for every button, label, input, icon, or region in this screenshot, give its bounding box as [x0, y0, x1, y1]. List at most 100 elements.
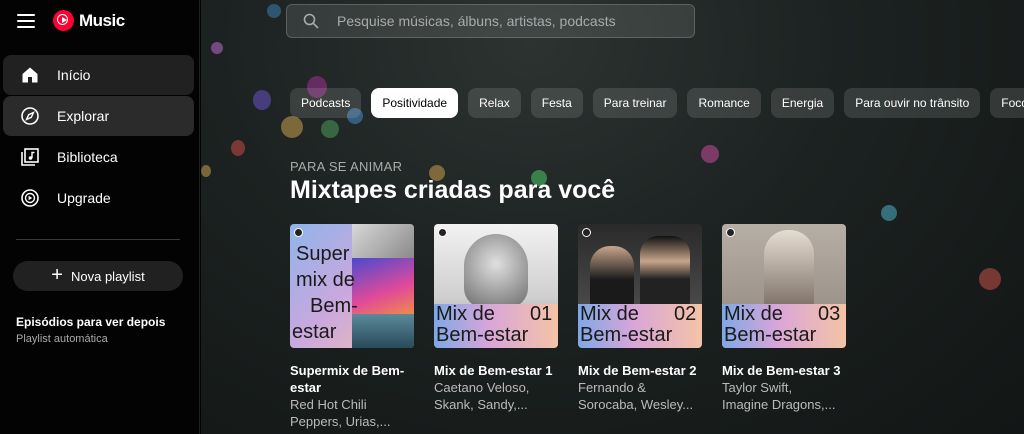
mixtape-title: Mix de Bem-estar 3 — [722, 362, 846, 379]
sidebar-item-label: Explorar — [57, 108, 110, 124]
compass-icon — [20, 106, 40, 126]
sidebar-item-label: Biblioteca — [57, 149, 118, 165]
thumb-text: Bem-estar — [724, 324, 817, 346]
chip-festa[interactable]: Festa — [530, 88, 583, 118]
background-balloon — [979, 268, 1001, 290]
mixtape-title: Supermix de Bem- estar — [290, 362, 414, 396]
title-line: estar — [290, 380, 322, 395]
title-line: Supermix de Bem- — [290, 363, 405, 378]
background-balloon — [881, 205, 897, 221]
mixtape-card[interactable]: Super mix de Bem- estar Supermix de Bem-… — [290, 224, 414, 430]
sidebar-item-home[interactable]: Início — [3, 55, 194, 95]
sidebar: Music Início Explorar Biblioteca Upgrade… — [0, 0, 200, 434]
background-balloon — [267, 4, 281, 18]
mix-badge-icon — [294, 228, 303, 237]
album-art — [352, 258, 414, 314]
background-balloon — [701, 145, 719, 163]
mix-badge-icon — [582, 228, 591, 237]
chip-foco[interactable]: Foco — [990, 88, 1024, 118]
sidebar-item-upgrade[interactable]: Upgrade — [3, 178, 194, 218]
search-icon — [303, 13, 319, 29]
mixtape-artists: Caetano Veloso, Skank, Sandy,... — [434, 379, 558, 413]
chip-para-treinar[interactable]: Para treinar — [592, 88, 678, 118]
chip-romance[interactable]: Romance — [687, 88, 761, 118]
app-logo[interactable]: Music — [53, 10, 125, 31]
chip-energia[interactable]: Energia — [770, 88, 835, 118]
artist-photo — [464, 234, 528, 308]
mixtape-carousel: Super mix de Bem- estar Supermix de Bem-… — [290, 224, 846, 430]
thumb-text: Super — [296, 243, 350, 265]
title-line: Mix de Bem-estar 3 — [722, 363, 841, 378]
chip-podcasts[interactable]: Podcasts — [290, 88, 362, 118]
new-playlist-button[interactable]: + Nova playlist — [13, 261, 183, 291]
background-balloon — [253, 90, 271, 110]
artist-photo — [352, 314, 414, 348]
thumb-number: 01 — [530, 303, 553, 325]
thumb-text: estar — [292, 321, 337, 343]
thumb-number: 03 — [818, 303, 841, 325]
thumb-text: Mix de — [436, 303, 495, 325]
thumb-text: Mix de — [724, 303, 783, 325]
background-balloon — [211, 42, 223, 54]
chip-positividade[interactable]: Positividade — [371, 88, 459, 118]
mixtape-thumbnail[interactable]: Super mix de Bem- estar — [290, 224, 414, 348]
background-balloon — [231, 140, 245, 156]
search-bar[interactable] — [286, 4, 695, 38]
mixtape-thumbnail[interactable]: Mix de Bem-estar 02 — [578, 224, 702, 348]
artist-photo — [764, 230, 814, 310]
sidebar-item-label: Início — [57, 67, 91, 83]
background-balloon — [321, 120, 339, 138]
mixtape-card[interactable]: Mix de Bem-estar 01 Mix de Bem-estar 1 C… — [434, 224, 558, 430]
logo-text: Music — [79, 10, 125, 30]
artists-line: Taylor Swift, — [722, 380, 793, 395]
thumb-text: Mix de — [580, 303, 639, 325]
sidebar-nav: Início Explorar Biblioteca Upgrade — [3, 55, 194, 219]
mixtape-card[interactable]: Mix de Bem-estar 03 Mix de Bem-estar 3 T… — [722, 224, 846, 430]
upgrade-icon — [20, 188, 40, 208]
background-balloon — [281, 116, 303, 138]
chip-para-ouvir-no-transito[interactable]: Para ouvir no trânsito — [844, 88, 981, 118]
artist-photo — [352, 224, 414, 258]
mixtape-title: Mix de Bem-estar 1 — [434, 362, 558, 379]
sidebar-item-explore[interactable]: Explorar — [3, 96, 194, 136]
artists-line: Sorocaba, Wesley... — [578, 397, 694, 412]
artists-line: Red Hot Chili — [290, 397, 367, 412]
sidebar-divider — [16, 239, 180, 240]
section-eyebrow: PARA SE ANIMAR — [290, 159, 403, 174]
artists-line: Caetano Veloso, — [434, 380, 530, 395]
thumb-text: Bem-estar — [580, 324, 673, 346]
mixtape-thumbnail[interactable]: Mix de Bem-estar 01 — [434, 224, 558, 348]
mixtape-card[interactable]: Mix de Bem-estar 02 Mix de Bem-estar 2 F… — [578, 224, 702, 430]
playlist-subtitle: Playlist automática — [16, 333, 108, 345]
section-title[interactable]: Mixtapes criadas para você — [290, 176, 615, 205]
background-balloon — [201, 165, 211, 177]
artists-line: Skank, Sandy,... — [434, 397, 528, 412]
artists-line: Fernando & — [578, 380, 646, 395]
artist-photo — [590, 246, 634, 308]
artists-line: Imagine Dragons,... — [722, 397, 836, 412]
sidebar-playlist-item[interactable]: Episódios para ver depois Playlist autom… — [16, 315, 165, 345]
playlist-title: Episódios para ver depois — [16, 315, 166, 329]
mixtape-artists: Red Hot Chili Peppers, Urias,... — [290, 396, 414, 430]
mix-badge-icon — [438, 228, 447, 237]
menu-icon[interactable] — [17, 14, 35, 28]
thumb-text: Bem-estar — [436, 324, 529, 346]
mood-chips: Podcasts Positividade Relax Festa Para t… — [290, 88, 1024, 118]
mixtape-thumbnail[interactable]: Mix de Bem-estar 03 — [722, 224, 846, 348]
chip-relax[interactable]: Relax — [468, 88, 521, 118]
search-input[interactable] — [335, 12, 679, 30]
sidebar-item-label: Upgrade — [57, 190, 111, 206]
library-icon — [20, 147, 40, 167]
plus-icon: + — [51, 264, 63, 286]
title-line: Mix de Bem-estar 1 — [434, 363, 553, 378]
home-icon — [20, 65, 40, 85]
thumb-text: mix de — [296, 269, 355, 291]
new-playlist-label: Nova playlist — [70, 268, 145, 284]
mix-badge-icon — [726, 228, 735, 237]
top-bar: Music — [0, 0, 200, 44]
sidebar-item-library[interactable]: Biblioteca — [3, 137, 194, 177]
artists-line: Peppers, Urias,... — [290, 414, 391, 429]
thumb-number: 02 — [674, 303, 697, 325]
artist-photo — [640, 236, 690, 308]
main-content: Podcasts Positividade Relax Festa Para t… — [201, 0, 1024, 434]
